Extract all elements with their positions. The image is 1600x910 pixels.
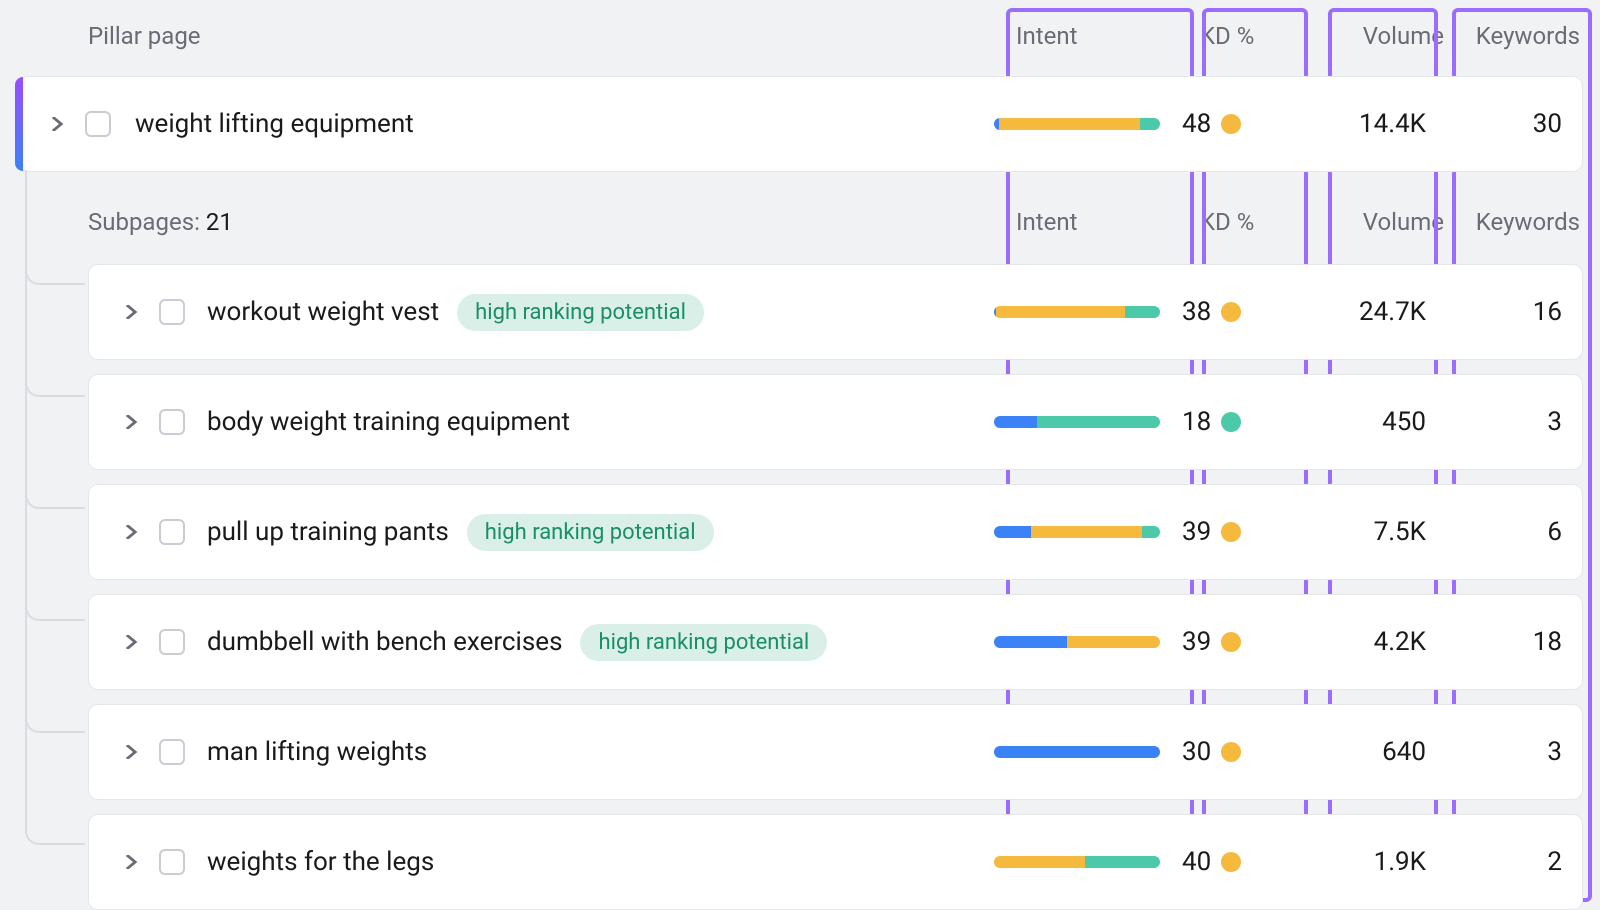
subpage-metrics: 39 4.2K 18 — [994, 627, 1582, 657]
kd-cell: 38 — [1182, 297, 1302, 327]
kd-cell: 48 — [1182, 109, 1302, 139]
volume-cell: 7.5K — [1302, 517, 1432, 547]
keywords-cell: 3 — [1432, 737, 1582, 767]
pillar-checkbox[interactable] — [85, 111, 111, 137]
kd-cell: 39 — [1182, 627, 1302, 657]
subpage-title: workout weight vest — [207, 297, 439, 327]
volume-cell: 640 — [1302, 737, 1432, 767]
header-pillar: Pillar page — [88, 22, 1012, 50]
ranking-potential-badge: high ranking potential — [580, 624, 827, 661]
intent-bar — [994, 636, 1160, 648]
subpage-metrics: 38 24.7K 16 — [994, 297, 1582, 327]
kd-cell: 18 — [1182, 407, 1302, 437]
intent-bar — [994, 746, 1160, 758]
pillar-title: weight lifting equipment — [135, 109, 414, 139]
subpage-row[interactable]: body weight training equipment 18 450 3 — [88, 374, 1583, 470]
subpage-row[interactable]: workout weight vest high ranking potentia… — [88, 264, 1583, 360]
keywords-cell: 3 — [1432, 407, 1582, 437]
chevron-right-icon[interactable] — [123, 414, 139, 430]
volume-cell: 14.4K — [1302, 109, 1432, 139]
subpage-metrics: 39 7.5K 6 — [994, 517, 1582, 547]
subpage-metrics: 30 640 3 — [994, 737, 1582, 767]
subpage-row[interactable]: weights for the legs 40 1.9K 2 — [88, 814, 1583, 910]
keywords-cell: 2 — [1432, 847, 1582, 877]
sub-header-intent: Intent — [1012, 208, 1200, 236]
volume-cell: 450 — [1302, 407, 1432, 437]
subpage-metrics: 40 1.9K 2 — [994, 847, 1582, 877]
header-intent: Intent — [1012, 22, 1200, 50]
pillar-row[interactable]: weight lifting equipment 48 14.4K 30 — [18, 76, 1583, 172]
sub-header-keywords: Keywords — [1450, 208, 1600, 236]
subpages-header-row: Subpages: 21 Intent KD % Volume Keywords — [0, 194, 1600, 250]
chevron-right-icon[interactable] — [123, 304, 139, 320]
keywords-cell: 6 — [1432, 517, 1582, 547]
chevron-right-icon[interactable] — [123, 744, 139, 760]
chevron-right-icon[interactable] — [123, 524, 139, 540]
pillar-metrics: 48 14.4K 30 — [994, 109, 1582, 139]
keywords-cell: 18 — [1432, 627, 1582, 657]
subpages-list: workout weight vest high ranking potentia… — [0, 264, 1600, 910]
tree-connector — [25, 170, 85, 845]
volume-cell: 4.2K — [1302, 627, 1432, 657]
subpage-checkbox[interactable] — [159, 519, 185, 545]
chevron-right-icon[interactable] — [49, 116, 65, 132]
intent-bar — [994, 118, 1160, 130]
intent-bar — [994, 856, 1160, 868]
subpage-checkbox[interactable] — [159, 409, 185, 435]
subpage-metrics: 18 450 3 — [994, 407, 1582, 437]
volume-cell: 1.9K — [1302, 847, 1432, 877]
subpage-checkbox[interactable] — [159, 299, 185, 325]
header-kd: KD % — [1200, 22, 1320, 50]
sub-header-kd: KD % — [1200, 208, 1320, 236]
subpage-row[interactable]: dumbbell with bench exercises high rankin… — [88, 594, 1583, 690]
volume-cell: 24.7K — [1302, 297, 1432, 327]
subpage-title: body weight training equipment — [207, 407, 570, 437]
subpage-row[interactable]: man lifting weights 30 640 3 — [88, 704, 1583, 800]
subpage-checkbox[interactable] — [159, 739, 185, 765]
ranking-potential-badge: high ranking potential — [467, 514, 714, 551]
intent-bar — [994, 306, 1160, 318]
subpages-count: Subpages: 21 — [88, 208, 1012, 236]
chevron-right-icon[interactable] — [123, 854, 139, 870]
subpage-row[interactable]: pull up training pants high ranking poten… — [88, 484, 1583, 580]
keywords-cell: 30 — [1432, 109, 1582, 139]
subpage-checkbox[interactable] — [159, 849, 185, 875]
header-keywords: Keywords — [1450, 22, 1600, 50]
kd-cell: 30 — [1182, 737, 1302, 767]
ranking-potential-badge: high ranking potential — [457, 294, 704, 331]
intent-bar — [994, 416, 1160, 428]
sub-header-volume: Volume — [1320, 208, 1450, 236]
header-volume: Volume — [1320, 22, 1450, 50]
kd-cell: 40 — [1182, 847, 1302, 877]
pillar-header-row: Pillar page Intent KD % Volume Keywords — [0, 10, 1600, 62]
subpage-title: weights for the legs — [207, 847, 434, 877]
intent-bar — [994, 526, 1160, 538]
subpage-checkbox[interactable] — [159, 629, 185, 655]
keywords-cell: 16 — [1432, 297, 1582, 327]
chevron-right-icon[interactable] — [123, 634, 139, 650]
pillar-table: Pillar page Intent KD % Volume Keywords … — [0, 0, 1600, 910]
pillar-accent — [15, 77, 23, 171]
subpage-title: dumbbell with bench exercises — [207, 627, 562, 657]
kd-cell: 39 — [1182, 517, 1302, 547]
subpage-title: pull up training pants — [207, 517, 449, 547]
subpage-title: man lifting weights — [207, 737, 427, 767]
